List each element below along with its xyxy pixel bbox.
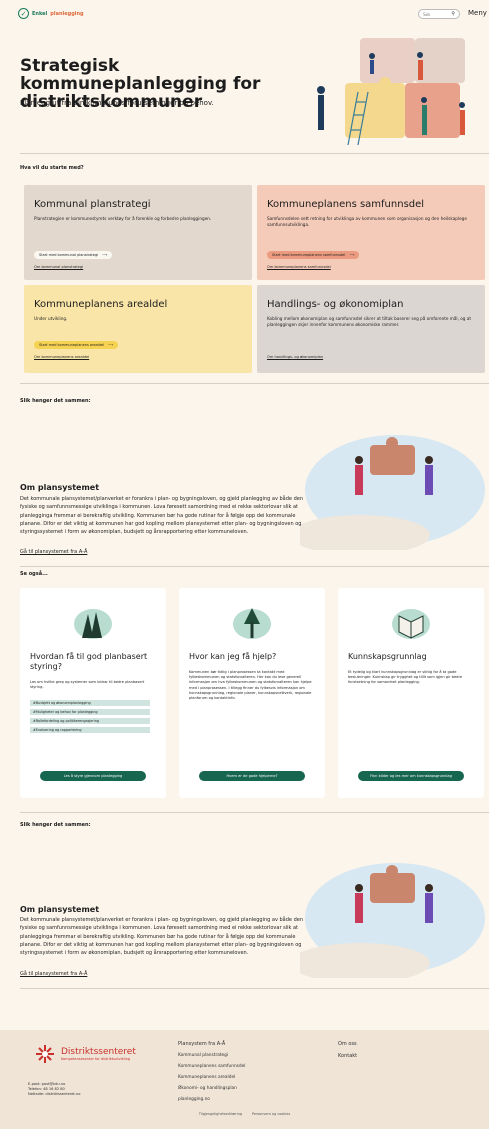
tree-icon — [233, 608, 271, 639]
footer: Distriktssenteret Kompetansesenter for d… — [0, 1030, 489, 1129]
button-label: Start med kommuneplanens samfunnsdel — [272, 253, 346, 257]
card-title: Kommunal planstrategi — [34, 199, 151, 210]
footer-link[interactable]: Kontakt — [338, 1053, 357, 1059]
card-arealdel: Kommuneplanens arealdel Under utvikling.… — [24, 285, 252, 373]
card-planstrategi: Kommunal planstrategi Planstrategien er … — [24, 185, 252, 280]
om-text: Det kommunale plansystemet/planverket er… — [20, 917, 303, 957]
privacy-link[interactable]: Personvern og cookies — [252, 1112, 290, 1116]
planlegging-styring-button[interactable]: Les å styre gjennom planlegging — [40, 771, 146, 781]
logo-text-planlegging: planlegging — [50, 10, 84, 17]
footer-link[interactable]: Kommuneplanens arealdel — [178, 1075, 246, 1080]
footer-link[interactable]: Om oss — [338, 1041, 357, 1047]
om-arealdel-link[interactable]: Om kommuneplanens arealdel — [34, 355, 89, 359]
puzzle-piece-pink — [360, 38, 415, 83]
star-logo-icon — [36, 1045, 54, 1063]
distriktssenteret-logo[interactable]: Distriktssenteret Kompetansesenter for d… — [35, 1044, 136, 1064]
card-samfunnsdel: Kommuneplanens samfunnsdel Samfunnsdelen… — [257, 185, 485, 280]
divider — [20, 383, 489, 384]
card-kunnskapsgrunnlag: Kunnskapsgrunnlag Et tydelig og klart ku… — [338, 588, 484, 798]
arrow-right-icon: ⟶ — [102, 253, 108, 257]
footer-link[interactable]: Plansystem fra A-Å — [178, 1041, 246, 1047]
gode-hjelpere-button[interactable]: Hvem er de gode hjelperne? — [199, 771, 305, 781]
om-label: Slik henger det sammen: — [20, 398, 91, 404]
card-handlingsplan: Handlings- og økonomiplan Kobling mellom… — [257, 285, 485, 373]
om-label: Slik henger det sammen: — [20, 822, 91, 828]
card-title: Hvor kan jeg få hjelp? — [189, 652, 277, 661]
handshake-puzzle-illustration — [300, 863, 485, 978]
button-label: Start med kommunal planstrategi — [39, 253, 99, 257]
tag-list: #Budsjett og økonomiplanlegging #Mulighe… — [30, 700, 156, 734]
plansystem-a-aa-link[interactable]: Gå til plansystemet fra A-Å — [20, 971, 87, 977]
divider — [20, 988, 489, 989]
start-samfunnsdel-button[interactable]: Start med kommuneplanens samfunnsdel ⟶ — [267, 251, 360, 259]
footer-bottom-links: Tilgjengelighetserklæring Personvern og … — [0, 1112, 489, 1116]
footer-link[interactable]: Kommunal planstrategi — [178, 1053, 246, 1058]
logo-text-enkel: Enkel — [32, 10, 48, 17]
handshake-puzzle-illustration — [300, 435, 485, 550]
om-text: Det kommunale plansystemet/planverket er… — [20, 496, 303, 536]
card-text: Kommunen bør tidlig i planprosessen ta k… — [189, 670, 312, 701]
tag[interactable]: #Muligheter og behov for planlegging — [30, 709, 150, 716]
page-subtitle: Planlegg ut fra din kommunes forutsetnin… — [20, 99, 214, 107]
org-tagline: Kompetansesenter for distriktsutvikling — [61, 1057, 131, 1061]
card-title: Kunnskapsgrunnlag — [348, 652, 427, 661]
search-input[interactable]: Søk ⚲ — [418, 9, 460, 19]
divider — [20, 153, 489, 154]
card-text: Planstrategien er kommunestyrets verktøy… — [34, 216, 212, 221]
menu-button[interactable]: Meny — [468, 9, 487, 17]
accessibility-link[interactable]: Tilgjengelighetserklæring — [199, 1112, 242, 1116]
start-planstrategi-button[interactable]: Start med kommunal planstrategi ⟶ — [34, 251, 113, 259]
checkmark-icon: ✓ — [18, 8, 29, 19]
card-title: Hvordan få til god planbasert styring? — [30, 652, 148, 671]
arrow-right-icon: ⟶ — [108, 343, 114, 347]
card-text: Les om hvilke grep og systemer som bidra… — [30, 680, 145, 690]
hands-icon — [74, 609, 112, 639]
card-title: Kommuneplanens samfunnsdel — [267, 199, 425, 210]
footer-links-about: Om oss Kontakt — [338, 1041, 357, 1065]
footer-link[interactable]: planlegging.no — [178, 1097, 246, 1102]
start-label: Hva vil du starte med? — [20, 165, 84, 171]
tag[interactable]: #Rollefordeling og politikerengasjering — [30, 718, 150, 725]
om-samfunnsdel-link[interactable]: Om kommuneplanens samfunnsdel — [267, 265, 331, 269]
card-text: Et tydelig og klart kunnskapsgrunnlag er… — [348, 670, 463, 685]
divider — [20, 566, 489, 567]
footer-links-plan: Plansystem fra A-Å Kommunal planstrategi… — [178, 1041, 246, 1108]
plansystem-a-aa-link[interactable]: Gå til plansystemet fra A-Å — [20, 549, 87, 555]
contact-info: E-post: post@kdu.no Telefon: 48 16 82 80… — [28, 1082, 80, 1097]
start-arealdel-button[interactable]: Start med kommuneplanens arealdel ⟶ — [34, 341, 119, 349]
card-hjelp: Hvor kan jeg få hjelp? Kommunen bør tidl… — [179, 588, 325, 798]
card-planbasert-styring: Hvordan få til god planbasert styring? L… — [20, 588, 166, 798]
search-placeholder: Søk — [423, 11, 431, 17]
om-handlingsplan-link[interactable]: Om handlings- og økonomiplan — [267, 355, 323, 359]
footer-link[interactable]: Økonomi- og handlingsplan — [178, 1086, 246, 1091]
org-name: Distriktssenteret — [61, 1047, 136, 1057]
card-text: Under utvikling. — [34, 316, 68, 321]
card-text: Samfunnsdelen sett retning for utvikling… — [267, 216, 467, 227]
footer-link[interactable]: Kommuneplanens samfunnsdel — [178, 1064, 246, 1069]
card-text: Kobling mellom økonomiplan og samfunnsde… — [267, 316, 471, 327]
book-icon — [392, 609, 430, 639]
kunnskapsgrunnlag-button[interactable]: Finn kilder og les mer om kunnskapsgrunn… — [358, 771, 464, 781]
contact-website[interactable]: Nettside: distriktssenteret.no — [28, 1092, 80, 1097]
site-logo[interactable]: ✓ Enkel planlegging — [18, 8, 84, 19]
tag[interactable]: #Evaluering og rapportering — [30, 727, 150, 734]
puzzle-illustration — [317, 38, 465, 146]
see-also-label: Se også... — [20, 571, 48, 577]
button-label: Start med kommuneplanens arealdel — [39, 343, 105, 347]
search-icon[interactable]: ⚲ — [451, 11, 455, 17]
arrow-right-icon: ⟶ — [349, 253, 355, 257]
card-title: Handlings- og økonomiplan — [267, 299, 404, 310]
tag[interactable]: #Budsjett og økonomiplanlegging — [30, 700, 150, 707]
card-title: Kommuneplanens arealdel — [34, 299, 168, 310]
divider — [20, 812, 489, 813]
om-planstrategi-link[interactable]: Om kommunal planstrategi — [34, 265, 83, 269]
om-title: Om plansystemet — [20, 905, 100, 914]
om-title: Om plansystemet — [20, 483, 100, 492]
